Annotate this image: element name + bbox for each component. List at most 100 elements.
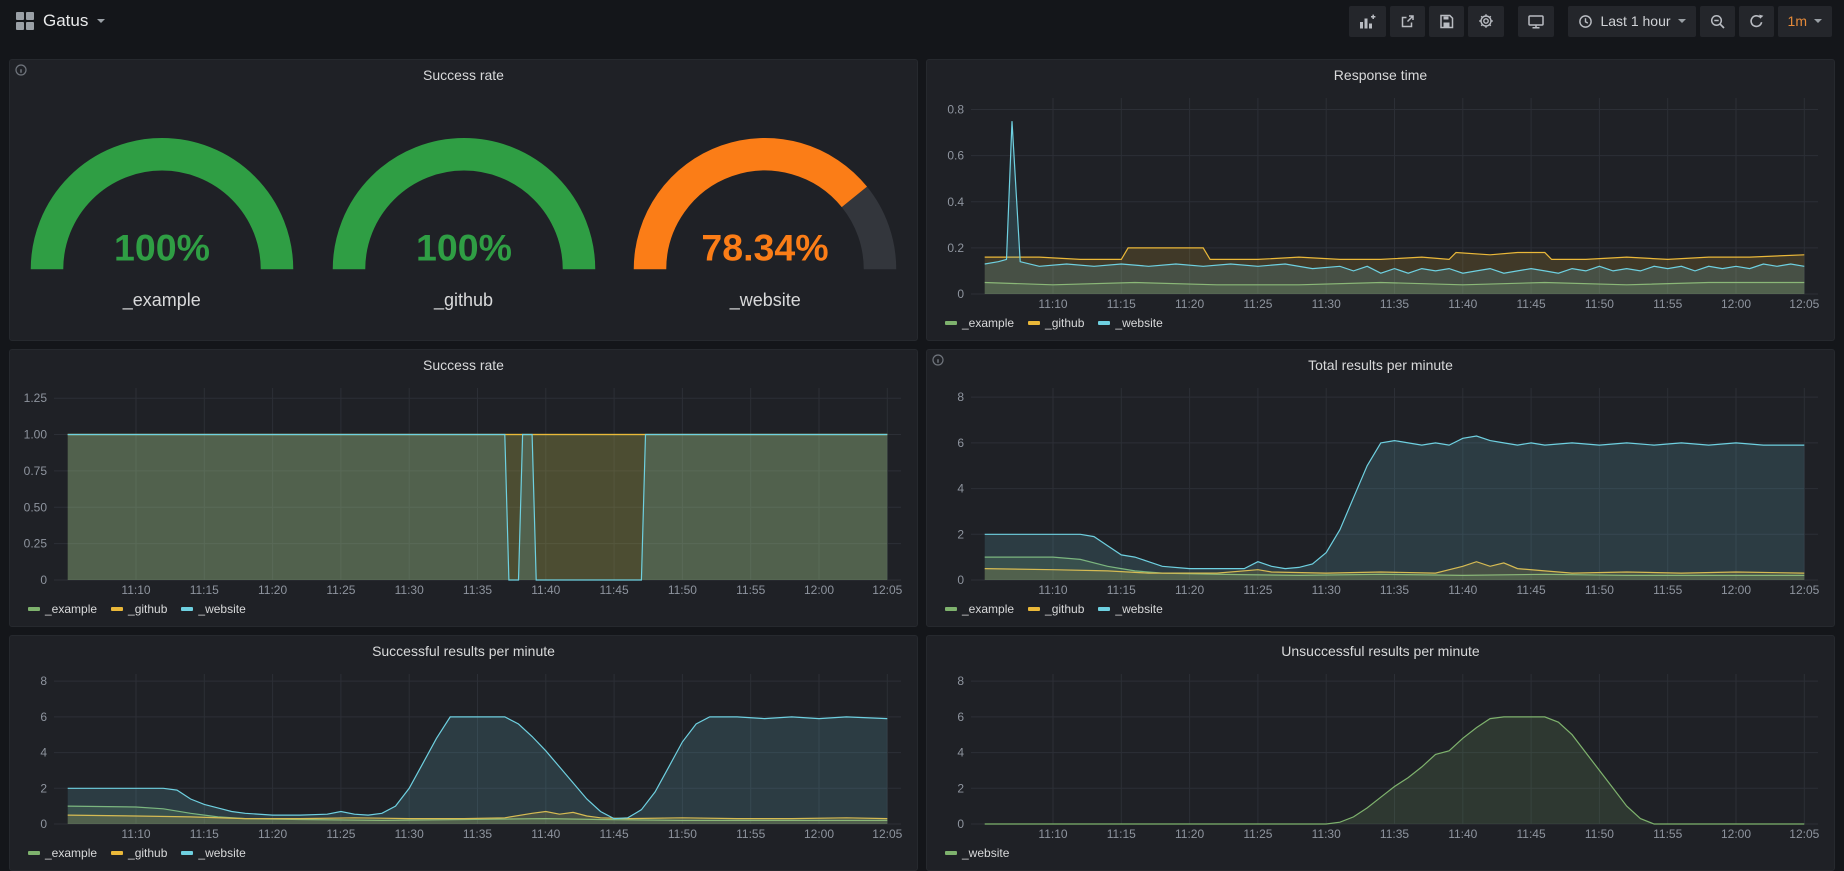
panel-header[interactable]: Unsuccessful results per minute [927,636,1834,666]
y-tick-label: 6 [40,710,47,724]
legend-label: _github [128,602,167,616]
x-tick-label: 11:55 [736,583,765,597]
x-tick-label: 11:50 [668,583,697,597]
share-button[interactable] [1390,6,1425,37]
legend-item-_website[interactable]: _website [1098,316,1162,330]
legend-label: _example [45,846,97,860]
legend-swatch [1028,321,1040,325]
gauge-value: 78.34% [702,227,829,269]
x-tick-label: 11:25 [326,827,355,841]
chart-area: 0246811:1011:1511:2011:2511:3011:3511:40… [10,666,917,870]
legend-item-_website[interactable]: _website [945,846,1009,860]
x-tick-label: 11:40 [1448,297,1477,311]
panel-title[interactable]: Unsuccessful results per minute [1281,643,1479,659]
panel-success-rate-gauges: Success rate 100%_example100%_github78.3… [9,59,918,341]
x-tick-label: 11:20 [1175,583,1204,597]
zoom-out-button[interactable] [1700,6,1735,37]
success-rate-chart[interactable]: 00.250.500.751.001.2511:1011:1511:2011:2… [18,380,909,598]
add-panel-button[interactable] [1349,6,1386,37]
x-tick-label: 11:35 [463,583,492,597]
y-tick-label: 0 [40,817,47,831]
legend-label: _example [962,316,1014,330]
y-tick-label: 0 [957,287,964,301]
legend-swatch [181,607,193,611]
save-button[interactable] [1429,6,1464,37]
x-tick-label: 11:45 [600,827,629,841]
zoom-out-icon [1710,14,1725,29]
info-icon[interactable] [932,354,944,366]
chart-area: 00.20.40.60.811:1011:1511:2011:2511:3011… [927,90,1834,340]
dashboard-title[interactable]: Gatus [43,11,88,31]
chevron-down-icon[interactable] [97,19,105,23]
panel-title[interactable]: Total results per minute [1308,357,1453,373]
x-tick-label: 12:05 [1789,827,1819,841]
x-tick-label: 12:00 [1721,583,1751,597]
legend-swatch [111,851,123,855]
save-icon [1439,14,1454,29]
gauge-arc: 78.34% [615,113,915,288]
x-tick-label: 11:30 [395,827,424,841]
legend-item-_example[interactable]: _example [945,602,1014,616]
time-range-button[interactable]: Last 1 hour [1568,6,1695,37]
panel-header[interactable]: Total results per minute [927,350,1834,380]
navbar-left: Gatus [12,11,105,31]
panel-header[interactable]: Successful results per minute [10,636,917,666]
chart-legend: _website [935,842,1826,864]
chart-legend: _example _github _website [935,312,1826,334]
legend-item-_website[interactable]: _website [181,846,245,860]
legend-item-_github[interactable]: _github [1028,316,1084,330]
cycle-view-button[interactable] [1518,6,1554,37]
settings-button[interactable] [1468,6,1504,37]
legend-item-_website[interactable]: _website [1098,602,1162,616]
panel-successful-results: Successful results per minute 0246811:10… [9,635,918,871]
series [985,436,1805,580]
legend-swatch [181,851,193,855]
x-tick-label: 11:30 [1312,827,1341,841]
series-_website-area [68,717,888,824]
gauge-_website: 78.34%_website [615,113,915,311]
panel-header[interactable]: Success rate [10,350,917,380]
successful-results-chart[interactable]: 0246811:1011:1511:2011:2511:3011:3511:40… [18,666,909,842]
refresh-icon [1749,14,1764,29]
legend-item-_github[interactable]: _github [111,602,167,616]
y-tick-label: 2 [957,527,964,541]
y-tick-label: 1.25 [24,391,48,405]
panel-unsuccessful-results: Unsuccessful results per minute 0246811:… [926,635,1835,871]
refresh-interval-button[interactable]: 1m [1778,6,1832,37]
x-tick-label: 11:40 [1448,583,1477,597]
legend-item-_example[interactable]: _example [28,846,97,860]
dashboard-grid-icon[interactable] [16,12,34,30]
total-results-chart[interactable]: 0246811:1011:1511:2011:2511:3011:3511:40… [935,380,1826,598]
panel-title[interactable]: Successful results per minute [372,643,555,659]
legend-label: _website [962,846,1009,860]
y-tick-label: 0.25 [24,537,48,551]
x-tick-label: 11:20 [258,583,287,597]
legend-item-_example[interactable]: _example [28,602,97,616]
panel-header[interactable]: Response time [927,60,1834,90]
x-tick-label: 11:15 [1107,297,1136,311]
gauges-row: 100%_example100%_github78.34%_website [10,90,917,340]
x-tick-label: 11:10 [1038,583,1067,597]
x-tick-label: 12:05 [1789,583,1819,597]
panel-title[interactable]: Success rate [423,67,504,83]
y-tick-label: 0.2 [947,241,964,255]
refresh-button[interactable] [1739,6,1774,37]
x-tick-label: 11:35 [1380,583,1409,597]
legend-item-_github[interactable]: _github [1028,602,1084,616]
legend-swatch [1028,607,1040,611]
legend-item-_website[interactable]: _website [181,602,245,616]
panel-title[interactable]: Response time [1334,67,1427,83]
legend-item-_github[interactable]: _github [111,846,167,860]
info-icon[interactable] [15,64,27,76]
unsuccessful-results-chart[interactable]: 0246811:1011:1511:2011:2511:3011:3511:40… [935,666,1826,842]
response-time-chart[interactable]: 00.20.40.60.811:1011:1511:2011:2511:3011… [935,90,1826,312]
legend-swatch [28,851,40,855]
panel-total-results: Total results per minute 0246811:1011:15… [926,349,1835,627]
legend-item-_example[interactable]: _example [945,316,1014,330]
panel-header[interactable]: Success rate [10,60,917,90]
x-tick-label: 12:00 [1721,827,1751,841]
y-tick-label: 8 [40,674,47,688]
panel-title[interactable]: Success rate [423,357,504,373]
add-panel-icon [1359,14,1376,29]
gauge-track [855,197,881,269]
